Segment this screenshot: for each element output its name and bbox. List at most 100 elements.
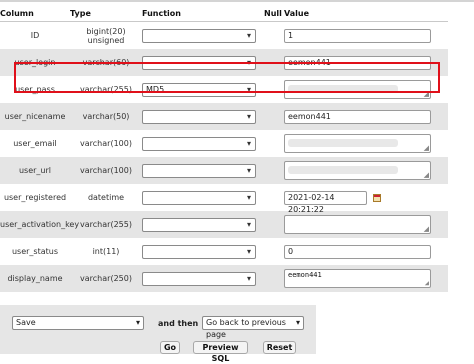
function-select[interactable]: ▾ xyxy=(142,55,256,70)
chevron-down-icon: ▾ xyxy=(246,273,251,283)
after-insert-select[interactable]: Go back to previous page ▾ xyxy=(202,316,304,339)
chevron-down-icon: ▾ xyxy=(246,57,251,67)
table-row: user_nicename varchar(50) ▾ eemon441 xyxy=(0,103,448,130)
null-cell xyxy=(264,211,284,238)
field-type: varchar(250) xyxy=(70,265,142,292)
field-type: varchar(50) xyxy=(70,103,142,130)
value-cell: 2021-02-14 20:21:22 xyxy=(284,184,448,214)
function-select[interactable]: ▾ xyxy=(142,190,256,205)
function-cell: ▾ xyxy=(142,103,264,130)
value-cell: eemon441 xyxy=(284,103,448,130)
field-name: user_activation_key xyxy=(0,211,79,238)
table-row: user_registered datetime ▾ 2021-02-14 20:21… xyxy=(0,184,448,214)
function-header[interactable]: Function xyxy=(142,5,264,22)
value-cell: ◢ xyxy=(284,76,448,103)
field-type: varchar(255) xyxy=(70,76,142,103)
field-name: user_url xyxy=(0,157,70,184)
resize-grip-icon[interactable]: ◢ xyxy=(424,172,429,179)
value-input[interactable]: eemon441 xyxy=(284,109,431,124)
function-select-value: MD5 xyxy=(146,84,165,94)
null-cell xyxy=(264,184,284,211)
table-row: user_activation_key varchar(255) ▾ ◢ xyxy=(0,211,448,238)
null-cell xyxy=(264,76,284,103)
chevron-down-icon: ▾ xyxy=(246,219,251,229)
go-button[interactable]: Go xyxy=(160,341,180,354)
type-header[interactable]: Type xyxy=(70,5,142,22)
value-cell: eemon441 xyxy=(284,49,448,76)
value-cell: ◢ xyxy=(284,130,448,157)
value-cell: 1 xyxy=(284,21,448,49)
action-select[interactable]: Save ▾ xyxy=(12,316,144,330)
form-footer: Save ▾ and then Go back to previous page… xyxy=(0,305,316,363)
value-input[interactable]: 1 xyxy=(284,28,431,43)
table-row: display_name varchar(250) ▾ eemon441 ◢ xyxy=(0,265,448,292)
resize-grip-icon[interactable]: ◢ xyxy=(424,226,429,233)
value-textarea[interactable]: eemon441 ◢ xyxy=(284,269,431,288)
function-cell: ▾ xyxy=(142,238,264,265)
field-type: bigint(20) unsigned xyxy=(70,21,142,49)
field-name: user_email xyxy=(0,130,70,157)
and-then-label: and then xyxy=(158,319,199,328)
resize-grip-icon[interactable]: ◢ xyxy=(424,91,429,98)
function-select[interactable]: ▾ xyxy=(142,109,256,124)
null-cell xyxy=(264,265,284,292)
function-cell: ▾ xyxy=(142,130,264,157)
table-row: user_pass varchar(255) MD5 ▾ ◢ xyxy=(0,76,448,103)
datetime-input[interactable]: 2021-02-14 20:21:22 xyxy=(284,190,367,214)
function-select[interactable]: ▾ xyxy=(142,271,256,286)
chevron-down-icon: ▾ xyxy=(295,318,300,327)
value-cell: eemon441 ◢ xyxy=(284,265,448,292)
chevron-down-icon: ▾ xyxy=(246,192,251,202)
null-header: Null xyxy=(264,5,284,22)
header-row: Column Type Function Null Value xyxy=(0,5,448,22)
function-cell: ▾ xyxy=(142,184,264,211)
value-textarea[interactable]: ◢ xyxy=(284,134,431,153)
function-cell: ▾ xyxy=(142,49,264,76)
top-divider xyxy=(0,0,474,2)
function-cell: ▾ xyxy=(142,157,264,184)
field-name: user_nicename xyxy=(0,103,70,130)
value-cell: 0 xyxy=(284,238,448,265)
field-name: user_status xyxy=(0,238,70,265)
function-select[interactable]: ▾ xyxy=(142,217,256,232)
field-type: varchar(60) xyxy=(70,49,142,76)
resize-grip-icon[interactable]: ◢ xyxy=(424,145,429,152)
datetime-field: 2021-02-14 20:21:22 xyxy=(284,190,448,214)
value-textarea[interactable]: ◢ xyxy=(284,161,431,180)
resize-grip-icon[interactable]: ◢ xyxy=(425,280,429,287)
reset-button[interactable]: Reset xyxy=(263,341,296,354)
function-cell: ▾ xyxy=(142,265,264,292)
field-type: varchar(100) xyxy=(70,130,142,157)
field-rows: ID bigint(20) unsigned ▾ 1 user_login varchar… xyxy=(0,21,448,292)
redacted-value xyxy=(288,85,398,93)
table-row: user_url varchar(100) ▾ ◢ xyxy=(0,157,448,184)
chevron-down-icon: ▾ xyxy=(135,318,140,327)
field-type: int(11) xyxy=(70,238,142,265)
table-row: ID bigint(20) unsigned ▾ 1 xyxy=(0,21,448,49)
table-row: user_status int(11) ▾ 0 xyxy=(0,238,448,265)
function-select[interactable]: ▾ xyxy=(142,136,256,151)
function-select[interactable]: ▾ xyxy=(142,163,256,178)
field-type: varchar(100) xyxy=(70,157,142,184)
field-name: user_login xyxy=(0,49,70,76)
function-select[interactable]: ▾ xyxy=(142,244,256,259)
column-header: Column xyxy=(0,5,70,22)
function-cell: ▾ xyxy=(142,21,264,49)
chevron-down-icon: ▾ xyxy=(246,165,251,175)
value-textarea[interactable]: ◢ xyxy=(284,80,431,99)
value-textarea[interactable]: ◢ xyxy=(284,215,431,234)
function-select[interactable]: ▾ xyxy=(142,28,256,43)
chevron-down-icon: ▾ xyxy=(246,84,251,94)
function-select[interactable]: MD5 ▾ xyxy=(142,82,256,97)
after-insert-select-value: Go back to previous page xyxy=(206,318,286,339)
value-cell: ◢ xyxy=(284,157,448,184)
preview-sql-button[interactable]: Preview SQL xyxy=(193,341,248,363)
value-input[interactable]: 0 xyxy=(284,244,431,259)
value-input[interactable]: eemon441 xyxy=(284,55,431,70)
calendar-icon[interactable] xyxy=(373,193,381,202)
table-row: user_login varchar(60) ▾ eemon441 xyxy=(0,49,448,76)
chevron-down-icon: ▾ xyxy=(246,138,251,148)
redacted-value xyxy=(288,139,398,147)
field-name: display_name xyxy=(0,265,70,292)
value-textarea-text: eemon441 xyxy=(288,271,322,279)
